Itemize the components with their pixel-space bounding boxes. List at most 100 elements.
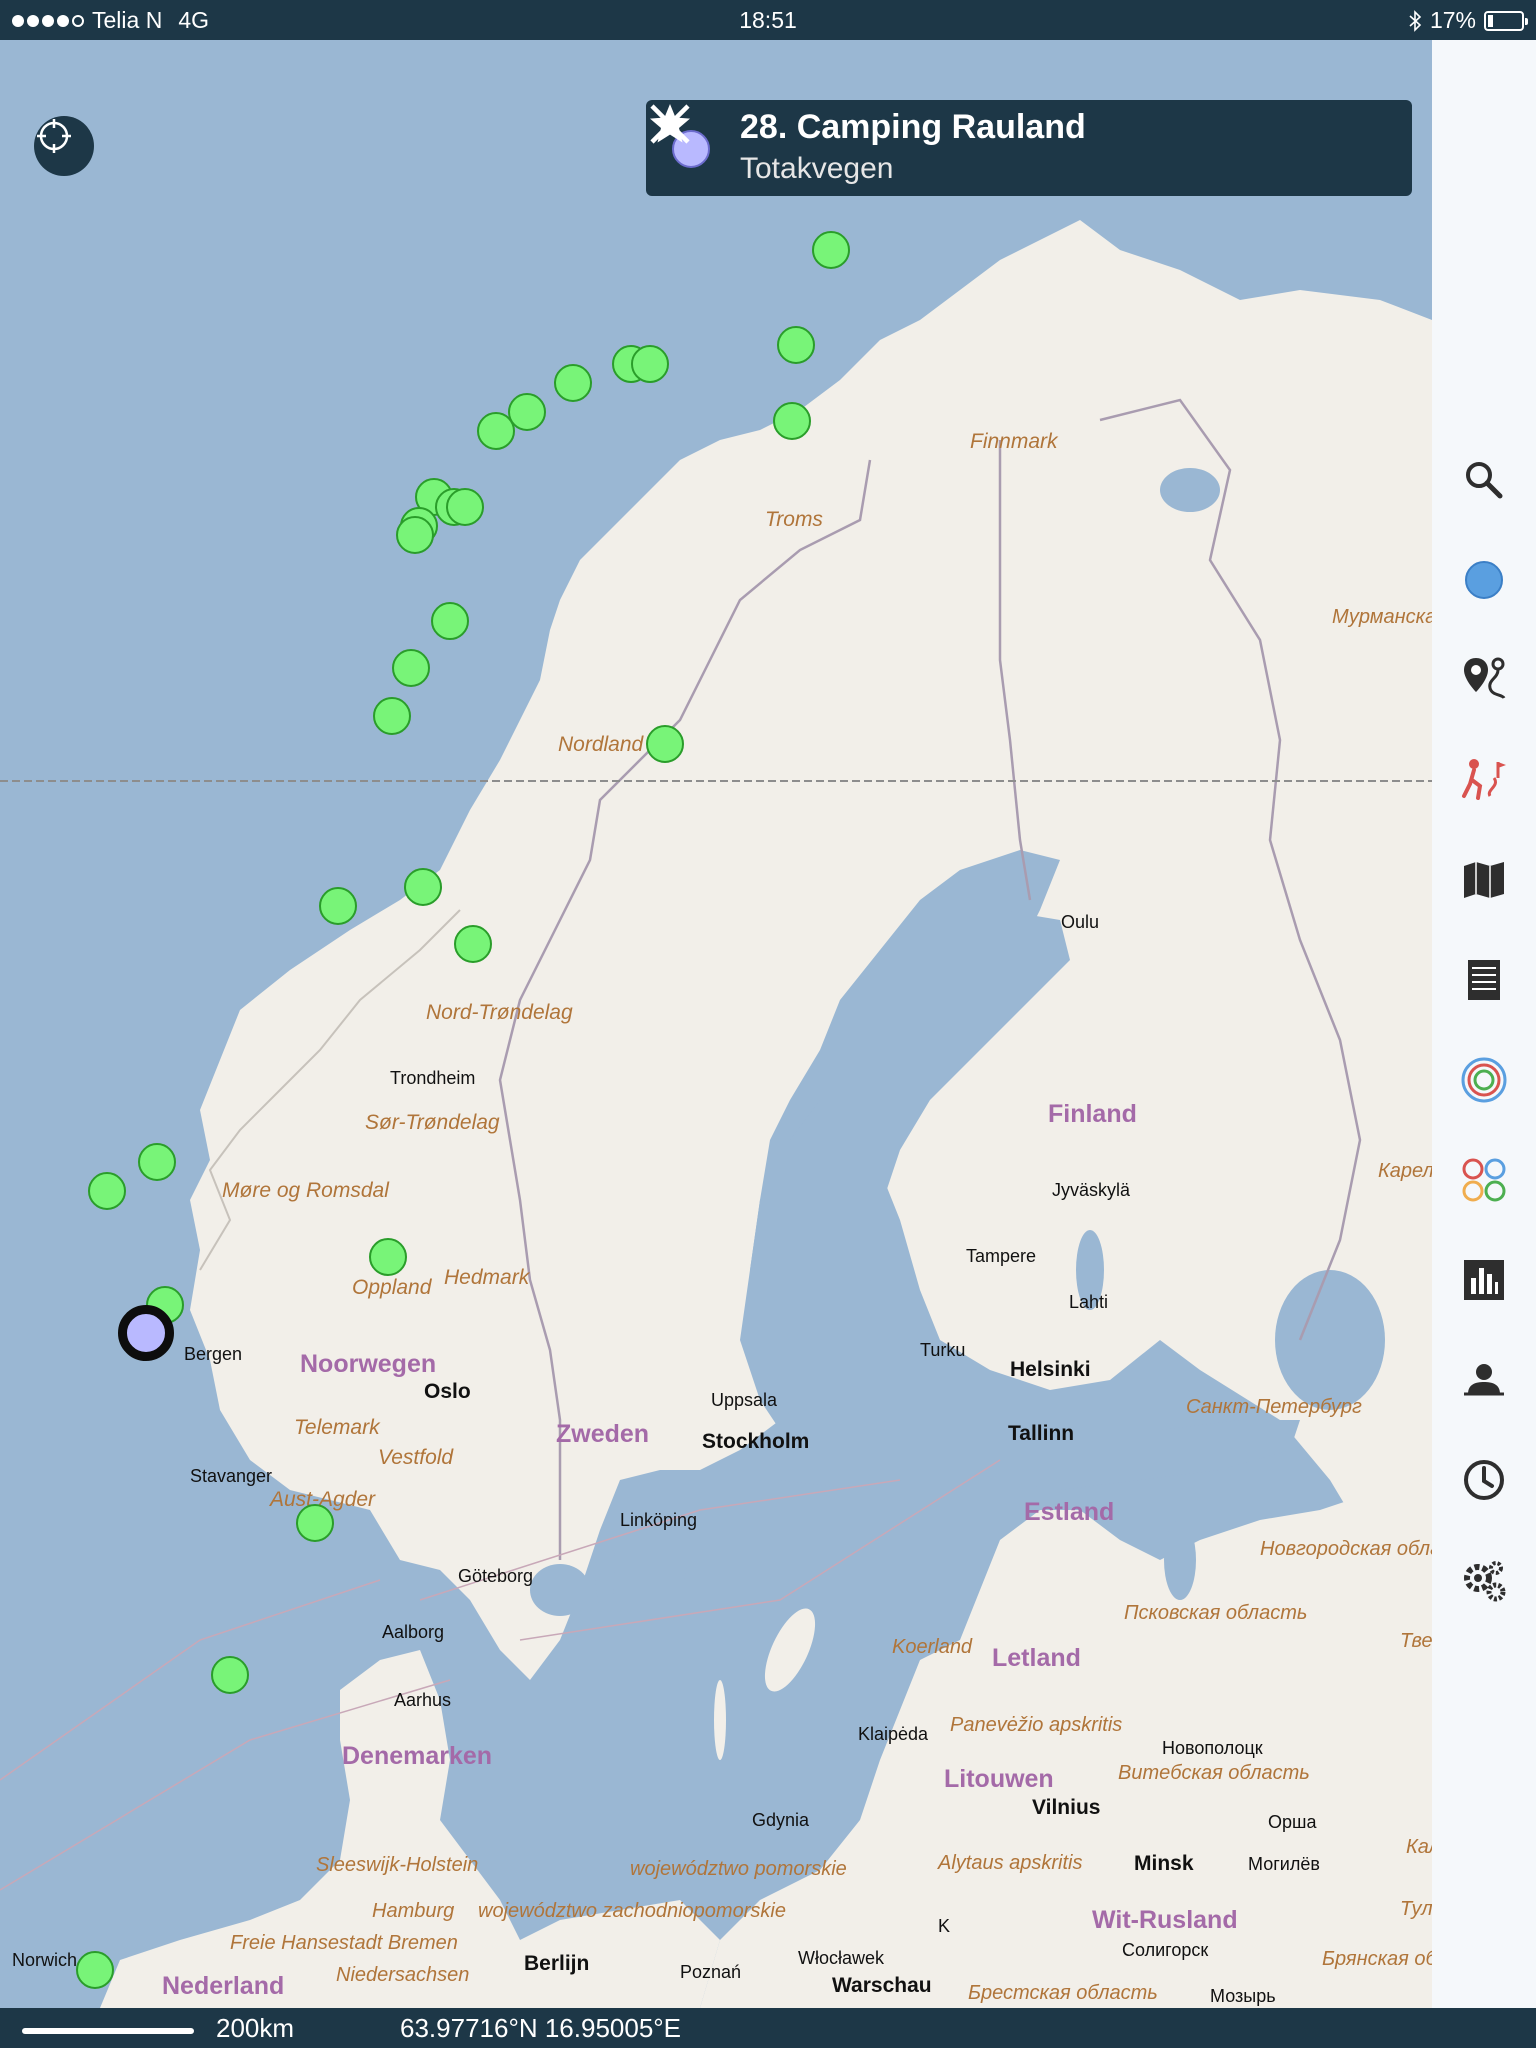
foreign-region-label: województwo zachodniopomorskie xyxy=(478,1900,786,1922)
country-label: Wit-Rusland xyxy=(1092,1906,1238,1934)
campsite-marker[interactable] xyxy=(553,364,592,402)
overlay-button[interactable] xyxy=(1454,1050,1514,1110)
contacts-icon xyxy=(1464,1364,1504,1396)
city-label: Linköping xyxy=(620,1510,698,1530)
country-label: Letland xyxy=(992,1644,1081,1672)
settings-button[interactable] xyxy=(1454,1550,1514,1610)
city-label: Poznań xyxy=(680,1962,742,1982)
place-title: 28. Camping Rauland xyxy=(740,108,1086,146)
region-label: Nord-Trøndelag xyxy=(426,1001,573,1024)
city-label: Trondheim xyxy=(390,1068,476,1088)
lake-ladoga xyxy=(1275,1270,1385,1410)
statistics-button[interactable] xyxy=(1454,1250,1514,1310)
map-base xyxy=(0,40,1432,2008)
place-info-card[interactable]: 28. Camping Rauland Totakvegen xyxy=(646,100,1412,196)
categories-icon xyxy=(1462,1158,1506,1202)
lake-inari xyxy=(1160,468,1220,512)
status-time: 18:51 xyxy=(739,7,797,33)
status-right: 17% xyxy=(1408,7,1528,34)
capital-label: Oslo xyxy=(424,1380,471,1403)
city-label: Stavanger xyxy=(190,1466,273,1486)
close-icon[interactable] xyxy=(646,100,694,148)
region-label: Nordland xyxy=(558,733,644,756)
foreign-region-label: Брестская область xyxy=(968,1982,1158,2004)
campsite-marker[interactable] xyxy=(476,411,515,450)
campsite-marker[interactable] xyxy=(396,516,434,554)
hiking-button[interactable] xyxy=(1454,750,1514,810)
foreign-region-label: Тула xyxy=(1400,1898,1432,1920)
country-label: Estland xyxy=(1024,1498,1115,1526)
country-label: Denemarken xyxy=(342,1742,493,1770)
campsite-marker[interactable] xyxy=(369,1238,408,1276)
list-icon xyxy=(1468,960,1500,1000)
campsite-marker[interactable] xyxy=(403,867,442,906)
campsite-marker[interactable] xyxy=(630,345,669,383)
categories-button[interactable] xyxy=(1454,1150,1514,1210)
region-label: Hedmark xyxy=(444,1266,530,1289)
capital-label: Warschau xyxy=(832,1974,932,1997)
city-label: Tampere xyxy=(966,1246,1037,1266)
campsite-marker[interactable] xyxy=(646,725,685,763)
coordinates-readout: 63.97716°N 16.95005°E xyxy=(400,2013,682,2043)
campsite-marker[interactable] xyxy=(430,601,469,640)
foreign-region-label: Niedersachsen xyxy=(336,1964,470,1986)
campsite-marker[interactable] xyxy=(76,1950,115,1989)
route-pin-button[interactable] xyxy=(1454,648,1514,708)
scale-bar xyxy=(22,2028,194,2034)
campsite-marker[interactable] xyxy=(446,487,485,526)
search-icon xyxy=(1466,462,1503,499)
location-dot-button[interactable] xyxy=(1454,550,1514,610)
region-label: Oppland xyxy=(352,1276,432,1299)
campsite-marker[interactable] xyxy=(319,886,357,925)
campsite-marker[interactable] xyxy=(88,1171,126,1210)
campsite-marker[interactable] xyxy=(453,924,492,963)
bottom-bar: 200km 63.97716°N 16.95005°E xyxy=(0,2008,1536,2048)
foreign-region-label: Новгородская область xyxy=(1260,1538,1432,1560)
city-label: Мозырь xyxy=(1210,1986,1276,2006)
campsite-marker[interactable] xyxy=(138,1143,177,1181)
foreign-region-label: Panevėžio apskritis xyxy=(950,1714,1123,1736)
crosshair-icon xyxy=(37,119,71,153)
layers-rings-icon xyxy=(1461,1057,1507,1103)
capital-label: Stockholm xyxy=(702,1430,810,1453)
capital-label: Tallinn xyxy=(1008,1422,1075,1445)
history-button[interactable] xyxy=(1454,1450,1514,1510)
foreign-region-label: Карелия xyxy=(1378,1160,1432,1182)
country-label: Finland xyxy=(1048,1100,1137,1128)
region-label: Vestfold xyxy=(378,1446,454,1469)
campsite-marker[interactable] xyxy=(295,1504,334,1542)
route-pin-icon xyxy=(1464,657,1506,699)
map-layers-button[interactable] xyxy=(1454,850,1514,910)
city-label: Орша xyxy=(1268,1812,1317,1832)
contacts-button[interactable] xyxy=(1454,1350,1514,1410)
country-label: Nederland xyxy=(162,1972,285,2000)
campsite-marker[interactable] xyxy=(372,696,411,735)
campsite-marker[interactable] xyxy=(811,231,850,269)
place-subtitle: Totakvegen xyxy=(740,152,894,185)
battery-icon xyxy=(1484,10,1528,31)
lake-peipus xyxy=(1164,1520,1196,1600)
selected-campsite-marker[interactable] xyxy=(117,1305,174,1361)
foreign-region-label: Брянская область xyxy=(1322,1948,1432,1970)
city-label: Aalborg xyxy=(382,1622,445,1642)
list-button[interactable] xyxy=(1454,950,1514,1010)
city-label: Bergen xyxy=(184,1344,243,1364)
foreign-region-label: Санкт-Петербург xyxy=(1186,1396,1362,1418)
campsite-marker[interactable] xyxy=(392,649,431,687)
foreign-region-label: województwo pomorskie xyxy=(630,1858,847,1880)
map-view[interactable]: Finnmark Troms Nordland Nord-Trøndelag S… xyxy=(0,40,1432,2008)
locate-me-button[interactable] xyxy=(34,116,94,176)
campsite-marker[interactable] xyxy=(211,1656,250,1694)
capital-label: Vilnius xyxy=(1032,1796,1101,1819)
city-label: Gdynia xyxy=(752,1810,810,1830)
right-toolbar xyxy=(1432,40,1536,2008)
city-label: Солигорск xyxy=(1122,1940,1209,1960)
city-label: Uppsala xyxy=(711,1390,778,1410)
country-label: Noorwegen xyxy=(300,1350,437,1378)
search-button[interactable] xyxy=(1454,450,1514,510)
city-label: Włocławek xyxy=(798,1948,885,1968)
city-label: Turku xyxy=(920,1340,966,1360)
campsite-marker[interactable] xyxy=(777,326,816,364)
city-label: Göteborg xyxy=(458,1566,534,1586)
foreign-region-label: Тверская обл xyxy=(1400,1630,1432,1652)
